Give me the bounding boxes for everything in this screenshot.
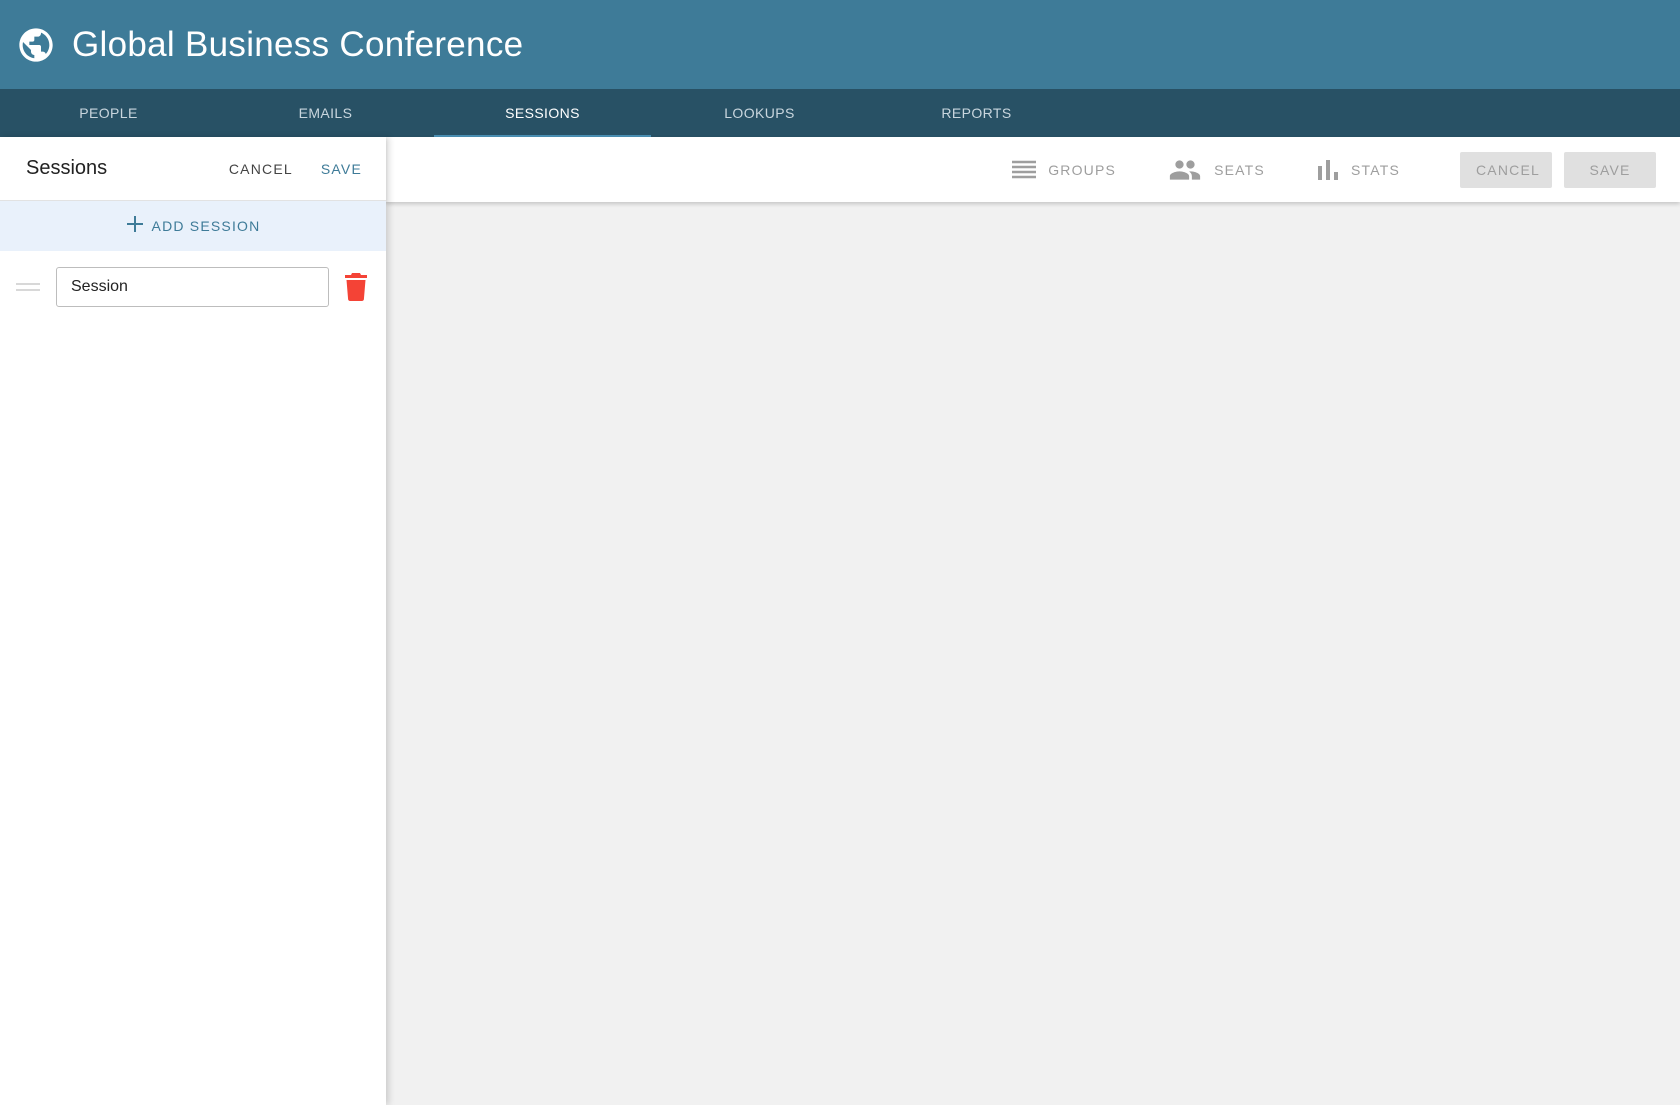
list-item — [0, 251, 386, 307]
app-root: Global Business Conference PEOPLE EMAILS… — [0, 0, 1680, 1105]
groups-button[interactable]: GROUPS — [1012, 160, 1116, 180]
main-tabs: PEOPLE EMAILS SESSIONS LOOKUPS REPORTS — [0, 89, 1680, 137]
session-workspace — [386, 202, 1680, 1105]
toolbar-cancel-button[interactable]: CANCEL — [1460, 151, 1552, 188]
tab-reports[interactable]: REPORTS — [868, 89, 1085, 137]
stats-button[interactable]: STATS — [1317, 159, 1400, 180]
seats-button[interactable]: SEATS — [1168, 159, 1265, 181]
sessions-panel-title: Sessions — [26, 157, 108, 179]
add-session-label: ADD SESSION — [151, 218, 261, 234]
toolbar-save-button[interactable]: SAVE — [1564, 151, 1656, 188]
plus-icon — [126, 214, 144, 238]
app-title: Global Business Conference — [72, 24, 524, 64]
bar-chart-icon — [1317, 159, 1338, 180]
tab-people[interactable]: PEOPLE — [0, 89, 217, 137]
sessions-cancel-button[interactable]: CANCEL — [229, 155, 293, 183]
drag-handle-icon[interactable] — [16, 283, 40, 291]
stats-label: STATS — [1350, 161, 1400, 178]
sessions-panel-header: Sessions CANCEL SAVE — [0, 137, 386, 201]
tab-lookups[interactable]: LOOKUPS — [651, 89, 868, 137]
session-name-input[interactable] — [56, 267, 329, 307]
session-toolbar: GROUPS SEATS STATS CANCEL SAVE — [386, 137, 1680, 202]
tab-sessions[interactable]: SESSIONS — [434, 89, 651, 137]
sessions-save-button[interactable]: SAVE — [321, 155, 362, 183]
tab-emails[interactable]: EMAILS — [217, 89, 434, 137]
trash-icon[interactable] — [345, 273, 367, 301]
list-icon — [1012, 160, 1037, 178]
add-session-button[interactable]: ADD SESSION — [0, 201, 386, 251]
globe-icon — [16, 25, 56, 65]
sessions-panel: Sessions CANCEL SAVE ADD SESSION — [0, 137, 386, 1105]
seats-label: SEATS — [1214, 161, 1265, 178]
groups-label: GROUPS — [1048, 161, 1117, 178]
people-icon — [1169, 159, 1201, 180]
app-header: Global Business Conference — [0, 0, 1680, 89]
